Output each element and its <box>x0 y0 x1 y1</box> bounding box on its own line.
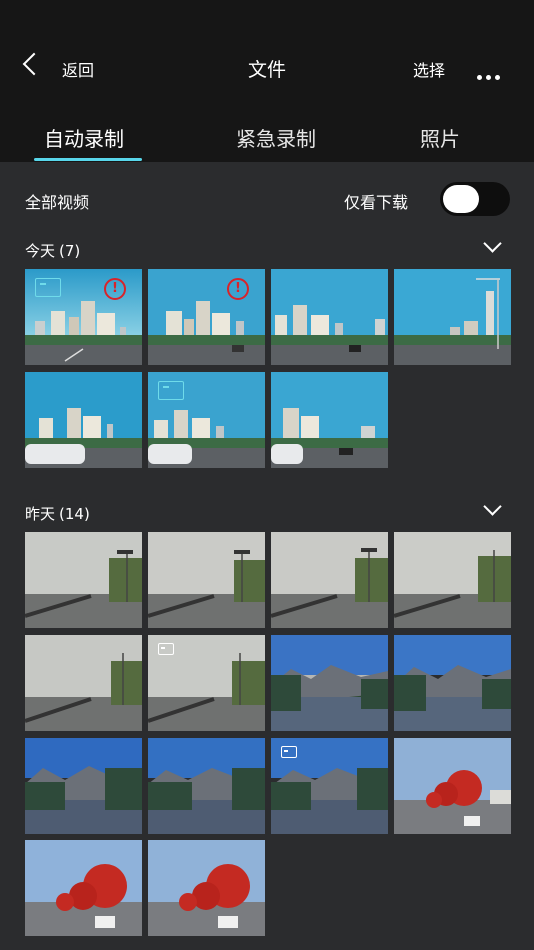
video-thumbnail[interactable] <box>271 269 388 365</box>
tab-bar: 自动录制 紧急录制 照片 <box>0 118 534 162</box>
alert-icon: ! <box>227 278 249 300</box>
video-thumbnail[interactable] <box>394 635 511 731</box>
section-title-today: 今天 (7) <box>25 240 80 261</box>
video-thumbnail[interactable] <box>25 738 142 834</box>
active-tab-indicator <box>34 158 142 161</box>
section-count: (7) <box>59 242 81 260</box>
video-thumbnail[interactable] <box>271 635 388 731</box>
video-thumbnail[interactable] <box>25 635 142 731</box>
chevron-down-icon[interactable] <box>483 234 502 253</box>
video-thumbnail[interactable] <box>271 532 388 628</box>
download-only-label: 仅看下载 <box>344 193 409 212</box>
more-icon[interactable] <box>477 65 504 84</box>
section-name: 昨天 <box>25 505 56 523</box>
sd-card-icon <box>35 278 61 297</box>
select-button[interactable]: 选择 <box>413 57 445 81</box>
video-thumbnail[interactable] <box>25 840 142 936</box>
video-thumbnail[interactable] <box>148 738 265 834</box>
alert-icon: ! <box>104 278 126 300</box>
sd-card-icon <box>158 643 174 655</box>
sd-card-icon <box>158 381 184 400</box>
video-thumbnail[interactable] <box>394 532 511 628</box>
filter-row: 全部视频 仅看下载 <box>0 180 534 218</box>
section-header-yesterday[interactable]: 昨天 (14) <box>0 497 534 529</box>
video-thumbnail[interactable] <box>394 269 511 365</box>
nav-bar: 返回 文件 选择 <box>0 48 534 88</box>
all-videos-label: 全部视频 <box>25 193 90 212</box>
tab-emergency-record[interactable]: 紧急录制 <box>236 123 316 152</box>
section-header-today[interactable]: 今天 (7) <box>0 234 534 266</box>
video-thumbnail[interactable]: ! <box>25 269 142 365</box>
video-thumbnail[interactable] <box>148 532 265 628</box>
video-thumbnail[interactable] <box>148 840 265 936</box>
video-thumbnail[interactable] <box>271 372 388 468</box>
top-bar: 返回 文件 选择 自动录制 紧急录制 照片 <box>0 0 534 162</box>
tab-auto-record[interactable]: 自动录制 <box>44 123 124 152</box>
section-count: (14) <box>59 505 90 523</box>
download-only-toggle[interactable] <box>440 182 510 216</box>
video-thumbnail[interactable] <box>25 532 142 628</box>
chevron-down-icon[interactable] <box>483 497 502 516</box>
video-thumbnail[interactable] <box>271 738 388 834</box>
video-thumbnail[interactable] <box>148 372 265 468</box>
section-title-yesterday: 昨天 (14) <box>25 503 90 524</box>
video-thumbnail[interactable] <box>25 372 142 468</box>
sd-card-icon <box>281 746 297 758</box>
video-thumbnail[interactable]: ! <box>148 269 265 365</box>
toggle-knob <box>443 185 479 213</box>
page-title: 文件 <box>247 59 286 81</box>
video-thumbnail[interactable] <box>148 635 265 731</box>
section-name: 今天 <box>25 242 56 260</box>
tab-photos[interactable]: 照片 <box>420 123 460 152</box>
video-thumbnail[interactable] <box>394 738 511 834</box>
